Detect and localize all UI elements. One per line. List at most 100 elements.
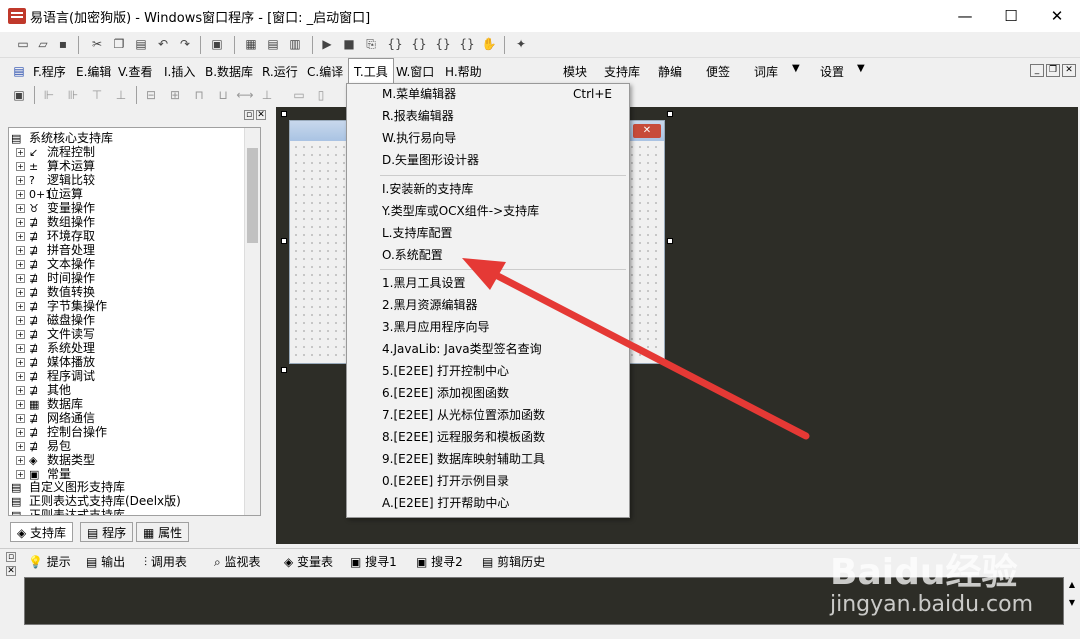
- resize-handle[interactable]: [667, 238, 673, 244]
- tree-node[interactable]: + ⋣ 程序调试: [9, 369, 95, 383]
- tree-node[interactable]: + ⋣ 字节集操作: [9, 299, 107, 313]
- find-icon[interactable]: ▣: [208, 35, 226, 53]
- resize-handle[interactable]: [281, 111, 287, 117]
- tree-node[interactable]: + ⋣ 易包: [9, 439, 71, 453]
- mdi-restore-icon[interactable]: ❐: [1046, 64, 1060, 77]
- menu-program[interactable]: F.程序: [33, 63, 66, 80]
- menu-item-e2ee-examples[interactable]: 0.[E2EE] 打开示例目录: [382, 471, 509, 491]
- tree-node[interactable]: + ⋣ 系统处理: [9, 341, 95, 355]
- tree-node[interactable]: + ⋣ 磁盘操作: [9, 313, 95, 327]
- expand-icon[interactable]: +: [16, 274, 25, 283]
- close-button[interactable]: ✕: [1034, 0, 1080, 32]
- layout2-icon[interactable]: ▤: [264, 35, 282, 53]
- menu-tools[interactable]: T.工具: [348, 58, 394, 84]
- menu-item-e2ee-remote[interactable]: 8.[E2EE] 远程服务和模板函数: [382, 427, 545, 447]
- same-height-icon[interactable]: ⊥: [258, 86, 276, 104]
- minimize-button[interactable]: —: [942, 0, 988, 32]
- tree-node[interactable]: + ⋣ 文本操作: [9, 257, 95, 271]
- menu-item-e2ee-add-func[interactable]: 7.[E2EE] 从光标位置添加函数: [382, 405, 545, 425]
- tab-watch[interactable]: ⌕ 监视表: [214, 553, 261, 571]
- scrollbar-thumb[interactable]: [247, 148, 258, 243]
- new-file-icon[interactable]: ▭: [14, 35, 32, 53]
- tab-clip-history[interactable]: ▤ 剪辑历史: [482, 553, 545, 571]
- menu-item-e2ee-view-func[interactable]: 6.[E2EE] 添加视图函数: [382, 383, 509, 403]
- run-icon[interactable]: ▶: [318, 35, 336, 53]
- step-into-icon[interactable]: {}: [386, 35, 404, 53]
- expand-icon[interactable]: +: [16, 330, 25, 339]
- expand-icon[interactable]: +: [16, 344, 25, 353]
- expand-icon[interactable]: +: [16, 428, 25, 437]
- tab-call-stack[interactable]: ⫶ 调用表: [144, 553, 187, 571]
- tab-search1[interactable]: ▣ 搜寻1: [350, 553, 397, 571]
- menu-static-compile[interactable]: 静编: [658, 63, 682, 80]
- tab-properties[interactable]: ▦ 属性: [136, 522, 190, 542]
- tab-output[interactable]: ▤ 输出: [86, 553, 125, 571]
- expand-icon[interactable]: +: [16, 204, 25, 213]
- space-h-icon[interactable]: ⊓: [190, 86, 208, 104]
- expand-icon[interactable]: +: [16, 316, 25, 325]
- hand-icon[interactable]: ✋: [480, 35, 498, 53]
- menu-item-heiyue-resource[interactable]: 2.黑月资源编辑器: [382, 295, 477, 315]
- bottom-close-icon[interactable]: ✕: [6, 566, 16, 576]
- menu-run[interactable]: R.运行: [262, 63, 298, 80]
- same-size-icon[interactable]: ▭: [290, 86, 308, 104]
- tree-node[interactable]: + ♉ 变量操作: [9, 201, 95, 215]
- menu-item-javalib[interactable]: 4.JavaLib: Java类型签名查询: [382, 339, 542, 359]
- expand-icon[interactable]: +: [16, 232, 25, 241]
- expand-icon[interactable]: +: [16, 246, 25, 255]
- tree-root[interactable]: ▤ 自定义图形支持库: [11, 480, 125, 494]
- space-v-icon[interactable]: ⊔: [214, 86, 232, 104]
- menu-item-e2ee-control[interactable]: 5.[E2EE] 打开控制中心: [382, 361, 509, 381]
- menu-item-vector-designer[interactable]: D.矢量图形设计器: [382, 150, 479, 170]
- form-close-icon[interactable]: ✕: [633, 124, 661, 138]
- expand-icon[interactable]: +: [16, 288, 25, 297]
- expand-icon[interactable]: +: [16, 162, 25, 171]
- menu-module[interactable]: 模块: [563, 63, 587, 80]
- align-right-icon[interactable]: ⊪: [64, 86, 82, 104]
- expand-icon[interactable]: +: [16, 358, 25, 367]
- expand-icon[interactable]: +: [16, 372, 25, 381]
- same-width-icon[interactable]: ⟷: [236, 86, 254, 104]
- tree-root[interactable]: ▤ 正则表达式支持库(Deelx版): [11, 494, 181, 508]
- menu-notes[interactable]: 便签: [706, 63, 730, 80]
- align-left-icon[interactable]: ⊩: [40, 86, 58, 104]
- menu-item-lib-config[interactable]: L.支持库配置: [382, 223, 453, 243]
- grid-icon[interactable]: ▣: [10, 86, 28, 104]
- menu-item-typelib-to-lib[interactable]: Y.类型库或OCX组件->支持库: [382, 201, 539, 221]
- tab-program[interactable]: ▤ 程序: [80, 522, 134, 542]
- tree-node[interactable]: + ± 算术运算: [9, 159, 95, 173]
- library-tree[interactable]: ▤ 系统核心支持库 + ↙ 流程控制 + ± 算术运算 +? 逻辑比较 +0+1位运算 + ♉ 变量操作…: [8, 127, 261, 516]
- tree-node[interactable]: + ▣ 常量: [9, 467, 71, 481]
- menu-item-menu-editor[interactable]: M.菜单编辑器: [382, 84, 456, 104]
- expand-icon[interactable]: +: [16, 400, 25, 409]
- menu-settings[interactable]: 设置: [820, 63, 844, 80]
- mdi-minimize-icon[interactable]: _: [1030, 64, 1044, 77]
- menu-item-wizard[interactable]: W.执行易向导: [382, 128, 456, 148]
- tree-node[interactable]: + ⋣ 时间操作: [9, 271, 95, 285]
- menu-database[interactable]: B.数据库: [205, 63, 253, 80]
- stop-icon[interactable]: ■: [340, 35, 358, 53]
- step-icon[interactable]: ⎘: [362, 35, 380, 53]
- tab-hint[interactable]: 💡 提示: [28, 553, 71, 571]
- wizard-icon[interactable]: ✦: [512, 35, 530, 53]
- tree-node[interactable]: +? 逻辑比较: [9, 173, 95, 187]
- resize-handle[interactable]: [667, 111, 673, 117]
- tree-node[interactable]: + ⋣ 控制台操作: [9, 425, 107, 439]
- undo-icon[interactable]: ↶: [154, 35, 172, 53]
- menu-window[interactable]: W.窗口: [396, 63, 434, 80]
- maximize-button[interactable]: ☐: [988, 0, 1034, 32]
- tree-root[interactable]: ▤ 正则表达式支持库: [11, 508, 125, 515]
- save-icon[interactable]: ▪: [54, 35, 72, 53]
- chevron-down-icon[interactable]: ▼: [857, 63, 865, 74]
- step-out-icon[interactable]: {}: [434, 35, 452, 53]
- tree-node[interactable]: + ⋣ 其他: [9, 383, 71, 397]
- menu-support-lib[interactable]: 支持库: [604, 63, 640, 80]
- menu-item-e2ee-help[interactable]: A.[E2EE] 打开帮助中心: [382, 493, 509, 513]
- tree-node[interactable]: + ⋣ 媒体播放: [9, 355, 95, 369]
- step-over-icon[interactable]: {}: [410, 35, 428, 53]
- tree-node[interactable]: + ↙ 流程控制: [9, 145, 95, 159]
- tree-node[interactable]: +0+1位运算: [9, 187, 83, 201]
- tree-node[interactable]: + ⋣ 网络通信: [9, 411, 95, 425]
- panel-close-icon[interactable]: ✕: [256, 110, 266, 120]
- expand-icon[interactable]: +: [16, 302, 25, 311]
